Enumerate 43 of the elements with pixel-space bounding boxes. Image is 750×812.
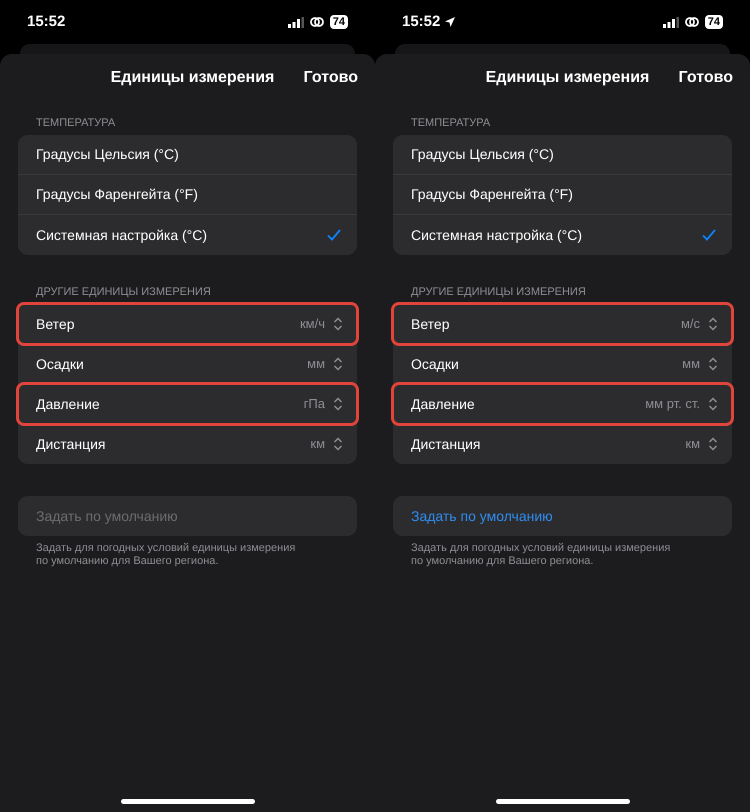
- link-icon: [308, 16, 325, 28]
- section-header: ДРУГИЕ ЕДИНИЦЫ ИЗМЕРЕНИЯ: [411, 285, 587, 299]
- sheet-title: Единицы измерения: [110, 68, 274, 88]
- unit-row[interactable]: Осадки мм: [393, 344, 732, 384]
- temperature-option[interactable]: Системная настройка (°C): [393, 215, 732, 255]
- chevron-up-down-icon: [708, 437, 718, 451]
- chevron-up-down-icon: [333, 397, 343, 411]
- unit-row[interactable]: Давление гПа: [18, 384, 357, 424]
- footnote: Задать для погодных условий единицы измерения по умолчанию для Вашего региона.: [36, 542, 296, 568]
- temperature-option[interactable]: Градусы Цельсия (°C): [393, 135, 732, 175]
- unit-row[interactable]: Давление мм рт. ст.: [393, 384, 732, 424]
- chevron-up-down-icon: [333, 357, 343, 371]
- signal-icon: [288, 16, 304, 28]
- unit-row[interactable]: Ветер м/с: [393, 304, 732, 344]
- section-header: ДРУГИЕ ЕДИНИЦЫ ИЗМЕРЕНИЯ: [36, 285, 212, 299]
- temperature-option[interactable]: Градусы Фаренгейта (°F): [18, 175, 357, 215]
- signal-icon: [662, 16, 679, 28]
- status-time: 15:52: [402, 12, 440, 32]
- chevron-up-down-icon: [708, 397, 718, 411]
- footnote: Задать для погодных условий единицы измерения по умолчанию для Вашего региона.: [411, 542, 672, 568]
- unit-row[interactable]: Дистанция км: [18, 424, 357, 464]
- checkmark-icon: [327, 229, 341, 241]
- battery-level: 74: [330, 15, 348, 29]
- chevron-up-down-icon: [708, 317, 718, 331]
- done-button[interactable]: Готово: [678, 66, 733, 90]
- done-button[interactable]: Готово: [304, 66, 358, 90]
- unit-row[interactable]: Дистанция км: [393, 424, 732, 464]
- section-header: ТЕМПЕРАТУРА: [411, 116, 492, 130]
- temperature-option[interactable]: Градусы Фаренгейта (°F): [393, 175, 732, 215]
- chevron-up-down-icon: [333, 437, 343, 451]
- chevron-up-down-icon: [708, 357, 718, 371]
- checkmark-icon: [702, 229, 716, 241]
- set-default-button[interactable]: Задать по умолчанию: [393, 496, 732, 536]
- battery-level: 74: [704, 15, 723, 29]
- unit-row[interactable]: Осадки мм: [18, 344, 357, 384]
- link-icon: [684, 16, 700, 28]
- sheet-title: Единицы измерения: [484, 68, 650, 88]
- temperature-option[interactable]: Градусы Цельсия (°C): [18, 135, 357, 175]
- unit-row[interactable]: Ветер км/ч: [18, 304, 357, 344]
- status-time: 15:52: [27, 12, 66, 32]
- chevron-up-down-icon: [333, 317, 343, 331]
- section-header: ТЕМПЕРАТУРА: [36, 116, 116, 130]
- temperature-option[interactable]: Системная настройка (°C): [18, 215, 357, 255]
